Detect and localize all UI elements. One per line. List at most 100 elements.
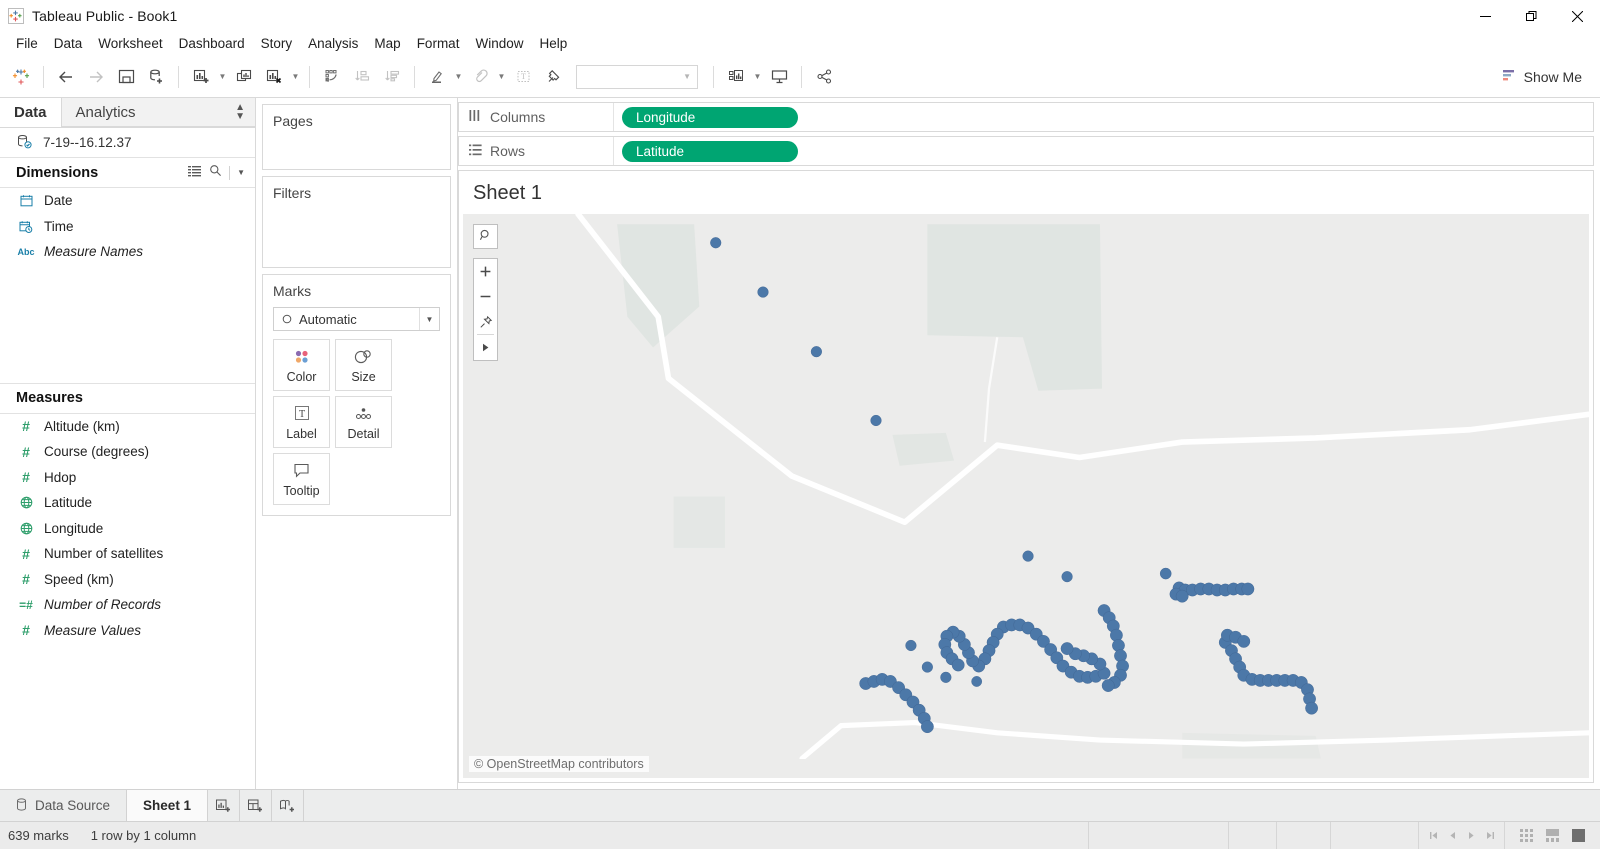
map-zoom-out-button[interactable]: [473, 284, 498, 309]
measure-field-latitude[interactable]: Latitude: [0, 490, 255, 516]
clear-sheet-dropdown-icon[interactable]: ▼: [289, 62, 302, 92]
fix-axes-icon[interactable]: [538, 62, 568, 92]
measure-field-altitude[interactable]: # Altitude (km): [0, 414, 255, 440]
forward-arrow-icon[interactable]: [81, 62, 111, 92]
previous-page-icon[interactable]: [1443, 831, 1462, 840]
data-source-item[interactable]: 7-19--16.12.37: [0, 128, 255, 158]
data-source-tab[interactable]: Data Source: [0, 790, 128, 821]
rows-shelf-dropzone[interactable]: Latitude: [614, 137, 1593, 165]
menu-format[interactable]: Format: [409, 32, 468, 56]
pill-latitude[interactable]: Latitude: [622, 140, 798, 162]
grid-view-icon[interactable]: [1514, 829, 1540, 842]
menu-help[interactable]: Help: [531, 32, 575, 56]
menu-window[interactable]: Window: [467, 32, 531, 56]
new-dashboard-button[interactable]: [240, 790, 273, 821]
measure-field-hdop[interactable]: # Hdop: [0, 465, 255, 491]
fit-dropdown[interactable]: ▼: [576, 64, 698, 89]
status-left: 639 marks 1 row by 1 column: [0, 822, 196, 849]
sort-descending-icon[interactable]: [377, 62, 407, 92]
next-page-icon[interactable]: [1462, 831, 1481, 840]
group-dropdown-icon[interactable]: ▼: [495, 62, 508, 92]
new-story-button[interactable]: [272, 790, 305, 821]
map-view[interactable]: © OpenStreetMap contributors: [463, 214, 1589, 778]
svg-text:T: T: [521, 72, 526, 81]
new-worksheet-button[interactable]: [208, 790, 241, 821]
new-data-source-icon[interactable]: [141, 62, 171, 92]
measure-field-satellites[interactable]: # Number of satellites: [0, 541, 255, 567]
sheet-tab-sheet1[interactable]: Sheet 1: [127, 790, 209, 821]
minimize-button[interactable]: [1462, 0, 1508, 32]
show-mark-labels-icon[interactable]: T: [508, 62, 538, 92]
highlight-dropdown-icon[interactable]: ▼: [452, 62, 465, 92]
search-icon[interactable]: [209, 164, 222, 181]
dimension-field-date[interactable]: Date: [0, 188, 255, 214]
data-source-name: 7-19--16.12.37: [43, 135, 132, 150]
tab-data[interactable]: Data: [0, 98, 61, 127]
mark-type-dropdown[interactable]: Automatic ▼: [273, 307, 440, 331]
marks-detail-button[interactable]: Detail: [335, 396, 392, 448]
save-icon[interactable]: [111, 62, 141, 92]
maximize-button[interactable]: [1508, 0, 1554, 32]
tableau-sparkle-icon[interactable]: [6, 62, 36, 92]
measure-field-speed[interactable]: # Speed (km): [0, 567, 255, 593]
pane-resize-icon[interactable]: ▲ ▼: [235, 103, 245, 122]
menu-analysis[interactable]: Analysis: [300, 32, 366, 56]
highlight-icon[interactable]: [422, 62, 452, 92]
chevron-down-icon[interactable]: ▼: [237, 168, 245, 177]
group-members-icon[interactable]: [465, 62, 495, 92]
application-body: Data Analytics ▲ ▼ 7-19--16.12.37 Dimens…: [0, 98, 1600, 789]
full-view-icon[interactable]: [1566, 829, 1592, 842]
geo-icon: [18, 496, 34, 509]
measure-field-measure-values[interactable]: # Measure Values: [0, 618, 255, 644]
map-zoom-in-button[interactable]: [473, 259, 498, 284]
show-cards-dropdown-icon[interactable]: ▼: [751, 62, 764, 92]
marks-size-button[interactable]: Size: [335, 339, 392, 391]
presentation-mode-icon[interactable]: [764, 62, 794, 92]
menu-worksheet[interactable]: Worksheet: [90, 32, 170, 56]
cards-column-spacer: [262, 522, 451, 789]
menu-data[interactable]: Data: [46, 32, 91, 56]
back-arrow-icon[interactable]: [51, 62, 81, 92]
menu-file[interactable]: File: [8, 32, 46, 56]
columns-shelf[interactable]: Columns Longitude: [458, 102, 1594, 132]
menu-dashboard[interactable]: Dashboard: [171, 32, 253, 56]
measures-title: Measures: [16, 390, 83, 406]
pill-longitude[interactable]: Longitude: [622, 106, 798, 128]
status-cell-sum: [1088, 822, 1228, 849]
new-worksheet-dropdown-icon[interactable]: ▼: [216, 62, 229, 92]
close-button[interactable]: [1554, 0, 1600, 32]
marks-tooltip-button[interactable]: Tooltip: [273, 453, 330, 505]
menu-story[interactable]: Story: [253, 32, 301, 56]
marks-button-label: Detail: [347, 427, 380, 441]
swap-rows-columns-icon[interactable]: [317, 62, 347, 92]
show-cards-icon[interactable]: [721, 62, 751, 92]
map-search-button[interactable]: [473, 224, 498, 249]
measure-field-number-of-records[interactable]: =# Number of Records: [0, 592, 255, 618]
pages-card[interactable]: Pages: [262, 104, 451, 170]
duplicate-sheet-icon[interactable]: [229, 62, 259, 92]
dimension-field-measure-names[interactable]: Abc Measure Names: [0, 239, 255, 265]
first-page-icon[interactable]: [1424, 831, 1443, 840]
columns-shelf-dropzone[interactable]: Longitude: [614, 103, 1593, 131]
measure-field-longitude[interactable]: Longitude: [0, 516, 255, 542]
show-me-button[interactable]: Show Me: [1494, 64, 1594, 90]
marks-color-button[interactable]: Color: [273, 339, 330, 391]
menu-map[interactable]: Map: [366, 32, 408, 56]
measures-section: Measures # Altitude (km) # Course (degre…: [0, 382, 255, 644]
new-worksheet-icon[interactable]: [186, 62, 216, 92]
sort-ascending-icon[interactable]: [347, 62, 377, 92]
map-pin-button[interactable]: [473, 309, 498, 334]
partial-view-icon[interactable]: [1540, 829, 1566, 842]
last-page-icon[interactable]: [1481, 831, 1500, 840]
list-view-icon[interactable]: [188, 165, 202, 181]
tab-analytics[interactable]: Analytics: [60, 98, 150, 127]
map-expand-button[interactable]: [473, 335, 498, 360]
dimension-field-time[interactable]: Time: [0, 214, 255, 240]
rows-shelf[interactable]: Rows Latitude: [458, 136, 1594, 166]
filters-card[interactable]: Filters: [262, 176, 451, 268]
measure-field-course[interactable]: # Course (degrees): [0, 439, 255, 465]
clear-sheet-icon[interactable]: [259, 62, 289, 92]
title-bar: Tableau Public - Book1: [0, 0, 1600, 32]
share-icon[interactable]: [809, 62, 839, 92]
marks-label-button[interactable]: T Label: [273, 396, 330, 448]
